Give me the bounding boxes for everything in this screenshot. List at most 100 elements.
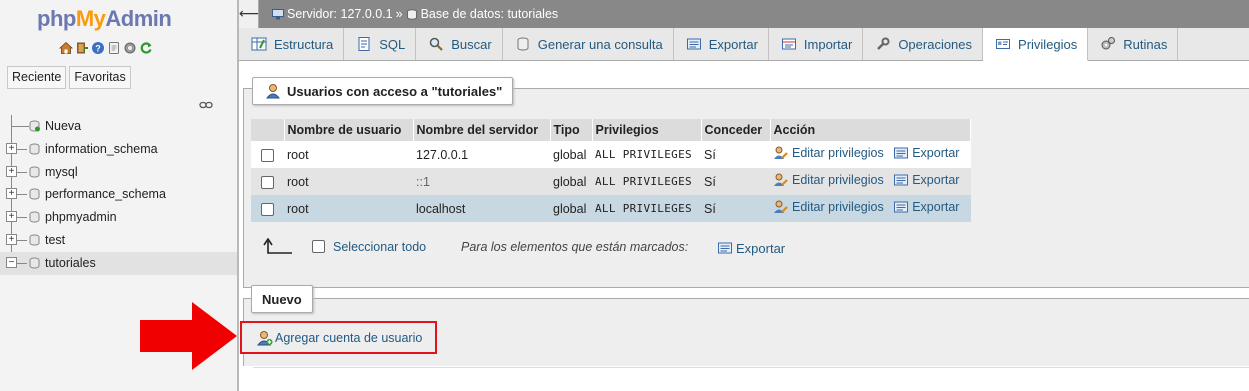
help-icon[interactable]: ? (91, 41, 105, 55)
cell-username: root (284, 168, 413, 195)
tab-search[interactable]: Buscar (416, 28, 503, 60)
table-row[interactable]: root ::1 global ALL PRIVILEGES Sí Editar… (251, 168, 971, 195)
export-icon (894, 174, 909, 186)
logo-php: php (37, 6, 76, 31)
header-hostname[interactable]: Nombre del servidor (413, 119, 551, 141)
expand-icon[interactable]: + (6, 165, 17, 177)
user-icon (265, 84, 281, 99)
select-all-label[interactable]: Seleccionar todo (333, 240, 426, 254)
tree-item-new[interactable]: Nueva (0, 115, 237, 138)
table-row[interactable]: root 127.0.0.1 global ALL PRIVILEGES Sí … (251, 141, 971, 168)
collapse-nav-button[interactable]: ⟵ (239, 0, 259, 28)
export-user-link[interactable]: Exportar (893, 145, 959, 161)
export-selected-button[interactable]: Exportar (717, 240, 785, 256)
expand-icon[interactable]: + (6, 188, 17, 200)
tab-privileges[interactable]: Privilegios (983, 28, 1089, 61)
cell-username: root (284, 195, 413, 222)
tree-item-test[interactable]: + test (0, 229, 237, 252)
select-all-checkbox[interactable] (312, 240, 325, 253)
reload-icon[interactable] (139, 41, 153, 55)
tab-label: Generar una consulta (537, 36, 663, 52)
breadcrumb-separator: » (395, 7, 403, 21)
breadcrumb-server[interactable]: Servidor: 127.0.0.1 (287, 7, 393, 21)
with-selected-label: Para los elementos que están marcados: (461, 240, 689, 254)
row-checkbox-cell (251, 141, 284, 168)
edit-privileges-link[interactable]: Editar privilegios (773, 145, 884, 161)
export-label: Exportar (912, 173, 960, 187)
cell-host: localhost (413, 195, 550, 222)
logo-my: My (75, 6, 106, 31)
tab-structure[interactable]: Estructura (239, 28, 345, 60)
users-table: Nombre de usuario Nombre del servidor Ti… (251, 119, 971, 222)
database-icon (29, 143, 40, 155)
routines-icon (1101, 37, 1116, 50)
tree-item-performance-schema[interactable]: + performance_schema (0, 183, 237, 206)
tree-item-mysql[interactable]: + mysql (0, 161, 237, 184)
tree-item-phpmyadmin[interactable]: + phpmyadmin (0, 206, 237, 229)
edit-privileges-link[interactable]: Editar privilegios (773, 199, 884, 215)
expand-icon[interactable]: + (6, 233, 17, 245)
export-user-link[interactable]: Exportar (893, 199, 959, 215)
tab-label: Importar (803, 36, 853, 52)
home-icon[interactable] (59, 41, 73, 55)
tree-item-information-schema[interactable]: + information_schema (0, 138, 237, 161)
expand-icon[interactable]: + (6, 211, 17, 223)
import-icon (781, 38, 796, 50)
add-user-label: Agregar cuenta de usuario (275, 330, 423, 345)
logo-admin: Admin (105, 6, 172, 31)
tree-branch (11, 115, 12, 126)
svg-text:?: ? (95, 44, 101, 54)
database-icon (29, 257, 40, 269)
tab-operations[interactable]: Operaciones (863, 28, 984, 60)
cell-grant: Sí (701, 195, 770, 222)
query-icon (517, 37, 529, 51)
collapse-icon[interactable]: − (6, 256, 17, 268)
tree-item-tutoriales[interactable]: − tutoriales (0, 251, 237, 275)
edit-privileges-link[interactable]: Editar privilegios (773, 172, 884, 188)
tab-import[interactable]: Importar (769, 28, 864, 60)
tree-branch (17, 194, 27, 196)
row-checkbox[interactable] (261, 148, 274, 162)
breadcrumb-database[interactable]: Base de datos: tutoriales (421, 7, 559, 21)
export-icon (686, 38, 701, 50)
export-label: Exportar (912, 146, 960, 160)
header-action: Acción (770, 119, 971, 141)
tree-item-label: performance_schema (45, 187, 166, 202)
tab-label: Privilegios (1018, 36, 1078, 52)
database-icon (29, 166, 40, 178)
tree-item-label: mysql (45, 164, 78, 179)
link-with-main-panel-icon[interactable] (199, 97, 213, 112)
structure-icon (251, 37, 267, 51)
tab-label: Exportar (708, 36, 758, 52)
row-checkbox[interactable] (261, 202, 274, 216)
tab-routines[interactable]: Rutinas (1088, 28, 1179, 60)
tab-favorites[interactable]: Favoritas (69, 66, 131, 89)
tab-export[interactable]: Exportar (674, 28, 769, 60)
phpmyadmin-logo[interactable]: phpMyAdmin (37, 6, 172, 32)
row-checkbox[interactable] (261, 175, 274, 189)
export-icon (718, 242, 732, 254)
tab-recent[interactable]: Reciente (7, 66, 67, 89)
add-user-account-link[interactable]: Agregar cuenta de usuario (240, 321, 437, 354)
header-privileges[interactable]: Privilegios (592, 119, 702, 141)
docs-icon[interactable] (107, 41, 121, 55)
table-row[interactable]: root localhost global ALL PRIVILEGES Sí … (251, 195, 971, 222)
server-icon (272, 8, 284, 19)
header-username[interactable]: Nombre de usuario (284, 119, 414, 141)
new-legend: Nuevo (251, 285, 313, 313)
header-type[interactable]: Tipo (550, 119, 593, 141)
tab-sql[interactable]: SQL (344, 28, 417, 60)
main-tab-bar: Estructura SQL Buscar Generar una consul… (239, 28, 1249, 61)
tab-query-builder[interactable]: Generar una consulta (503, 28, 674, 60)
expand-icon[interactable]: + (6, 142, 17, 154)
nav-icon-bar: ? (59, 41, 153, 55)
cell-host: 127.0.0.1 (413, 141, 550, 168)
export-icon (894, 147, 909, 159)
header-grant[interactable]: Conceder (701, 119, 771, 141)
settings-icon[interactable] (123, 41, 137, 55)
tree-branch (17, 239, 27, 241)
edit-user-icon (774, 200, 788, 213)
exit-icon[interactable] (75, 41, 89, 55)
export-user-link[interactable]: Exportar (893, 172, 959, 188)
cell-grant: Sí (701, 141, 770, 168)
